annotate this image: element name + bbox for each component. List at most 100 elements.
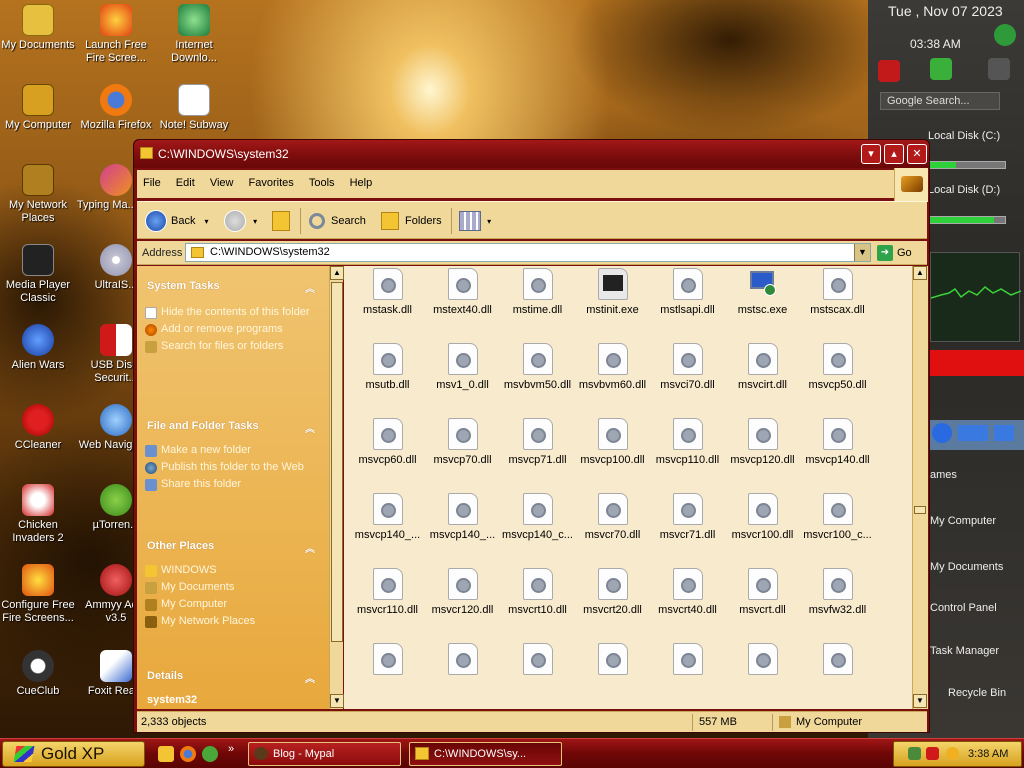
file-item[interactable] <box>500 641 575 709</box>
task-hide-contents[interactable]: Hide the contents of this folder <box>145 306 319 319</box>
power-icon[interactable] <box>878 60 900 82</box>
file-item[interactable]: msvbvm50.dll <box>500 341 575 416</box>
start-button[interactable]: Gold XP <box>2 741 145 767</box>
file-item[interactable]: mstext40.dll <box>425 266 500 341</box>
network-tray-icon[interactable] <box>908 747 921 760</box>
back-dropdown-icon[interactable]: ▾ <box>205 217 209 226</box>
file-scrollbar[interactable]: ▲ ▼ <box>912 266 928 709</box>
other-places-header[interactable]: Other Places ︽ <box>147 540 319 555</box>
place-my-documents[interactable]: My Documents <box>145 581 319 594</box>
file-item[interactable]: msvcp140_... <box>350 491 425 566</box>
shield-tray-icon[interactable] <box>926 747 939 760</box>
file-item[interactable]: msvcrt10.dll <box>500 566 575 641</box>
address-input[interactable]: C:\WINDOWS\system32 ▼ <box>185 243 871 262</box>
file-item[interactable]: msvcr110.dll <box>350 566 425 641</box>
play-icon[interactable] <box>932 423 952 443</box>
quicklaunch-utorrent-icon[interactable] <box>202 746 218 762</box>
gadget-link-games[interactable]: ames <box>930 469 957 481</box>
task-blog-mypal[interactable]: Blog - Mypal <box>248 742 401 766</box>
scroll-thumb[interactable] <box>914 506 926 514</box>
scroll-up-icon[interactable]: ▲ <box>330 266 344 280</box>
task-make-folder[interactable]: Make a new folder <box>145 444 319 457</box>
folders-button[interactable]: Folders <box>381 209 442 233</box>
file-item[interactable]: msvbvm60.dll <box>575 341 650 416</box>
file-item[interactable]: msvfw32.dll <box>800 566 875 641</box>
file-item[interactable]: msvcr71.dll <box>650 491 725 566</box>
file-item[interactable] <box>425 641 500 709</box>
collapse-icon[interactable]: ︽ <box>305 670 315 685</box>
desktop-icon-firefox[interactable]: Mozilla Firefox <box>75 84 157 132</box>
desktop-icon-configure-free-fire[interactable]: Configure Free Fire Screens... <box>0 564 79 625</box>
file-item[interactable]: mstlsapi.dll <box>650 266 725 341</box>
switch-user-icon[interactable] <box>930 58 952 80</box>
collapse-icon[interactable]: ︽ <box>305 280 315 295</box>
file-item[interactable] <box>800 641 875 709</box>
place-windows[interactable]: WINDOWS <box>145 564 319 577</box>
file-item[interactable]: msvcp140.dll <box>800 416 875 491</box>
desktop-icon-media-player-classic[interactable]: Media Player Classic <box>0 244 79 305</box>
file-item[interactable] <box>575 641 650 709</box>
title-bar[interactable]: C:\WINDOWS\system32 ▾ ▴ ✕ <box>134 140 929 168</box>
desktop-icon-chicken-invaders[interactable]: Chicken Invaders 2 <box>0 484 79 545</box>
google-search-box[interactable]: Google Search... <box>880 92 1000 110</box>
file-item[interactable]: mstsc.exe <box>725 266 800 341</box>
file-item[interactable]: msvcirt.dll <box>725 341 800 416</box>
arrow-right-icon[interactable] <box>994 24 1016 46</box>
task-search-files[interactable]: Search for files or folders <box>145 340 319 353</box>
address-dropdown-icon[interactable]: ▼ <box>854 244 870 261</box>
quicklaunch-folder-icon[interactable] <box>158 746 174 762</box>
place-my-computer[interactable]: My Computer <box>145 598 319 611</box>
desktop-icon-alien-wars[interactable]: Alien Wars <box>0 324 79 372</box>
smiley-tray-icon[interactable] <box>946 747 959 760</box>
file-item[interactable]: msvcp50.dll <box>800 341 875 416</box>
menu-view[interactable]: View <box>204 177 240 189</box>
menu-help[interactable]: Help <box>344 177 379 189</box>
file-item[interactable] <box>650 641 725 709</box>
forward-button[interactable]: ▾ <box>224 209 257 233</box>
scroll-thumb[interactable] <box>331 282 343 642</box>
menu-tools[interactable]: Tools <box>303 177 341 189</box>
file-item[interactable]: msvcr70.dll <box>575 491 650 566</box>
gadget-link-my-documents[interactable]: My Documents <box>930 561 1003 573</box>
back-button[interactable]: Back ▾ <box>145 209 209 233</box>
file-item[interactable]: msv1_0.dll <box>425 341 500 416</box>
task-system32-window[interactable]: C:\WINDOWS\sy... <box>409 742 562 766</box>
file-item[interactable]: msvcp71.dll <box>500 416 575 491</box>
file-item[interactable] <box>725 641 800 709</box>
task-share-folder[interactable]: Share this folder <box>145 478 319 491</box>
system-tasks-header[interactable]: System Tasks ︽ <box>147 280 319 295</box>
scroll-up-icon[interactable]: ▲ <box>913 266 927 280</box>
file-item[interactable]: msvcp120.dll <box>725 416 800 491</box>
gadget-link-control-panel[interactable]: Control Panel <box>930 602 997 614</box>
views-dropdown-icon[interactable]: ▾ <box>487 217 491 226</box>
file-item[interactable]: msvcp110.dll <box>650 416 725 491</box>
file-item[interactable]: msutb.dll <box>350 341 425 416</box>
file-item[interactable]: mstinit.exe <box>575 266 650 341</box>
menu-file[interactable]: File <box>137 177 167 189</box>
scroll-down-icon[interactable]: ▼ <box>913 694 927 708</box>
standby-icon[interactable] <box>988 58 1010 80</box>
file-item[interactable]: msvcrt20.dll <box>575 566 650 641</box>
task-publish-web[interactable]: Publish this folder to the Web <box>145 461 319 474</box>
scroll-down-icon[interactable]: ▼ <box>330 694 344 708</box>
desktop-icon-ccleaner[interactable]: CCleaner <box>0 404 79 452</box>
minimize-button[interactable]: ▾ <box>861 144 881 164</box>
file-item[interactable]: msvcp60.dll <box>350 416 425 491</box>
task-add-remove-programs[interactable]: Add or remove programs <box>145 323 319 336</box>
place-my-network-places[interactable]: My Network Places <box>145 615 319 628</box>
collapse-icon[interactable]: ︽ <box>305 420 315 435</box>
next-icon[interactable] <box>958 425 988 441</box>
recycle-bin-label[interactable]: Recycle Bin <box>948 687 1006 699</box>
file-item[interactable]: mstscax.dll <box>800 266 875 341</box>
desktop-icon-my-computer[interactable]: My Computer <box>0 84 79 132</box>
file-item[interactable]: mstime.dll <box>500 266 575 341</box>
views-button[interactable]: ▾ <box>459 209 491 233</box>
collapse-icon[interactable]: ︽ <box>305 540 315 555</box>
file-item[interactable]: msvcp100.dll <box>575 416 650 491</box>
file-item[interactable]: msvcrt.dll <box>725 566 800 641</box>
eject-icon[interactable] <box>994 425 1014 441</box>
menu-favorites[interactable]: Favorites <box>243 177 300 189</box>
desktop-icon-internet-download[interactable]: Internet Downlo... <box>153 4 235 65</box>
search-button[interactable]: Search <box>309 209 366 233</box>
quicklaunch-firefox-icon[interactable] <box>180 746 196 762</box>
